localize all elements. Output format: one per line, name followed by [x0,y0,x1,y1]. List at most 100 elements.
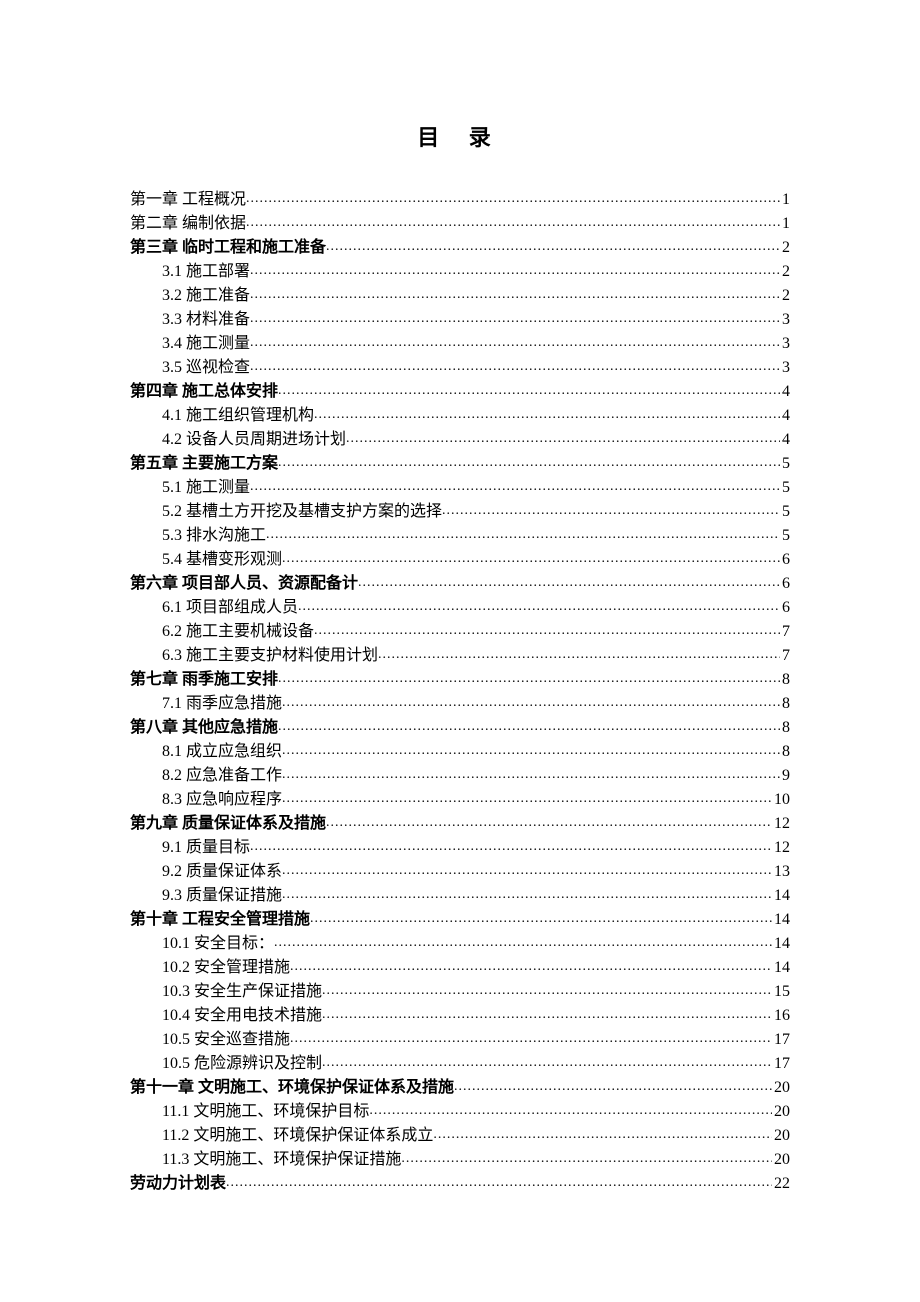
toc-entry: 4.2 设备人员周期进场计划4 [130,428,790,452]
toc-entry-label: 第二章 编制依据 [130,212,246,236]
toc-leader-dots [278,450,780,474]
toc-leader-dots [250,834,772,858]
toc-entry-label: 5.1 施工测量 [162,476,250,500]
toc-leader-dots [278,714,780,738]
toc-entry-page: 22 [772,1172,790,1196]
toc-entry: 11.2 文明施工、环境保护保证体系成立20 [130,1124,790,1148]
toc-entry-page: 4 [780,404,790,428]
toc-entry: 8.2 应急准备工作9 [130,764,790,788]
toc-entry-label: 10.4 安全用电技术措施 [162,1004,322,1028]
toc-leader-dots [282,690,780,714]
toc-entry: 第六章 项目部人员、资源配备计 6 [130,572,790,596]
toc-entry-page: 16 [772,1004,790,1028]
toc-entry-page: 20 [772,1076,790,1100]
toc-entry-label: 6.3 施工主要支护材料使用计划 [162,644,378,668]
toc-entry: 3.5 巡视检查 3 [130,356,790,380]
toc-entry-page: 5 [780,452,790,476]
toc-entry-page: 17 [772,1052,790,1076]
toc-leader-dots [282,738,780,762]
toc-entry-page: 8 [780,668,790,692]
toc-entry: 6.2 施工主要机械设备 7 [130,620,790,644]
toc-entry-page: 9 [780,764,790,788]
toc-entry-label: 5.3 排水沟施工 [162,524,266,548]
toc-entry-page: 20 [772,1100,790,1124]
toc-entry: 第四章 施工总体安排4 [130,380,790,404]
toc-entry: 6.3 施工主要支护材料使用计划 7 [130,644,790,668]
toc-entry: 4.1 施工组织管理机构4 [130,404,790,428]
toc-leader-dots [378,642,780,666]
toc-entry-page: 3 [780,332,790,356]
toc-entry-label: 9.1 质量目标 [162,836,250,860]
toc-leader-dots [310,906,772,930]
toc-entry-page: 7 [780,644,790,668]
toc-entry-page: 10 [772,788,790,812]
toc-entry-label: 11.2 文明施工、环境保护保证体系成立 [162,1124,433,1148]
toc-leader-dots [442,498,780,522]
toc-leader-dots [433,1122,772,1146]
toc-entry-page: 4 [780,428,790,452]
toc-entry: 6.1 项目部组成人员6 [130,596,790,620]
toc-leader-dots [326,234,780,258]
toc-entry-label: 7.1 雨季应急措施 [162,692,282,716]
toc-entry: 第八章 其他应急措施 8 [130,716,790,740]
toc-leader-dots [282,858,772,882]
toc-entry: 8.3 应急响应程序10 [130,788,790,812]
toc-entry: 第五章 主要施工方案 5 [130,452,790,476]
toc-entry-page: 2 [780,284,790,308]
toc-entry-label: 10.3 安全生产保证措施 [162,980,322,1004]
toc-leader-dots [314,618,780,642]
toc-entry-page: 6 [780,548,790,572]
toc-entry: 第十一章 文明施工、环境保护保证体系及措施 20 [130,1076,790,1100]
toc-entry-label: 第五章 主要施工方案 [130,452,278,476]
toc-entry-label: 11.1 文明施工、环境保护目标 [162,1100,369,1124]
toc-entry: 11.1 文明施工、环境保护目标 20 [130,1100,790,1124]
toc-entry-label: 3.5 巡视检查 [162,356,250,380]
toc-entry-page: 7 [780,620,790,644]
toc-entry-page: 14 [772,908,790,932]
toc-leader-dots [226,1170,772,1194]
toc-entry-page: 8 [780,716,790,740]
toc-entry-label: 第七章 雨季施工安排 [130,668,278,692]
toc-leader-dots [246,210,780,234]
toc-entry: 8.1 成立应急组织8 [130,740,790,764]
toc-entry-page: 8 [780,692,790,716]
toc-entry-page: 14 [772,884,790,908]
toc-leader-dots [298,594,780,618]
toc-leader-dots [322,1050,772,1074]
toc-entry-label: 第八章 其他应急措施 [130,716,278,740]
toc-entry: 3.1 施工部署2 [130,260,790,284]
toc-entry-label: 3.2 施工准备 [162,284,250,308]
toc-entry-label: 第九章 质量保证体系及措施 [130,812,326,836]
toc-entry-page: 20 [772,1148,790,1172]
toc-entry: 7.1 雨季应急措施 8 [130,692,790,716]
toc-entry-page: 6 [780,572,790,596]
toc-entry-label: 5.4 基槽变形观测 [162,548,282,572]
toc-entry-label: 6.2 施工主要机械设备 [162,620,314,644]
toc-entry-page: 2 [780,260,790,284]
toc-entry-page: 6 [780,596,790,620]
toc-leader-dots [282,762,780,786]
toc-leader-dots [401,1146,772,1170]
toc-entry-page: 12 [772,836,790,860]
toc-entry-label: 劳动力计划表 [130,1172,226,1196]
toc-entry-page: 3 [780,356,790,380]
toc-entry: 3.4 施工测量3 [130,332,790,356]
toc-entry-page: 5 [780,500,790,524]
toc-entry-label: 第三章 临时工程和施工准备 [130,236,326,260]
toc-leader-dots [274,930,772,954]
toc-entry: 9.1 质量目标 12 [130,836,790,860]
toc-entry-page: 1 [780,188,790,212]
toc-entry: 10.2 安全管理措施14 [130,956,790,980]
toc-entry-label: 第十一章 文明施工、环境保护保证体系及措施 [130,1076,454,1100]
toc-entry-label: 第六章 项目部人员、资源配备计 [130,572,358,596]
toc-entry-label: 10.5 危险源辨识及控制 [162,1052,322,1076]
toc-leader-dots [346,426,780,450]
toc-entry: 第九章 质量保证体系及措施12 [130,812,790,836]
toc-entry-page: 14 [772,956,790,980]
toc-entry: 10.1 安全目标：14 [130,932,790,956]
toc-leader-dots [282,546,780,570]
toc-leader-dots [290,954,772,978]
toc-leader-dots [290,1026,772,1050]
toc-entry: 9.2 质量保证体系13 [130,860,790,884]
toc-entry: 3.2 施工准备 2 [130,284,790,308]
